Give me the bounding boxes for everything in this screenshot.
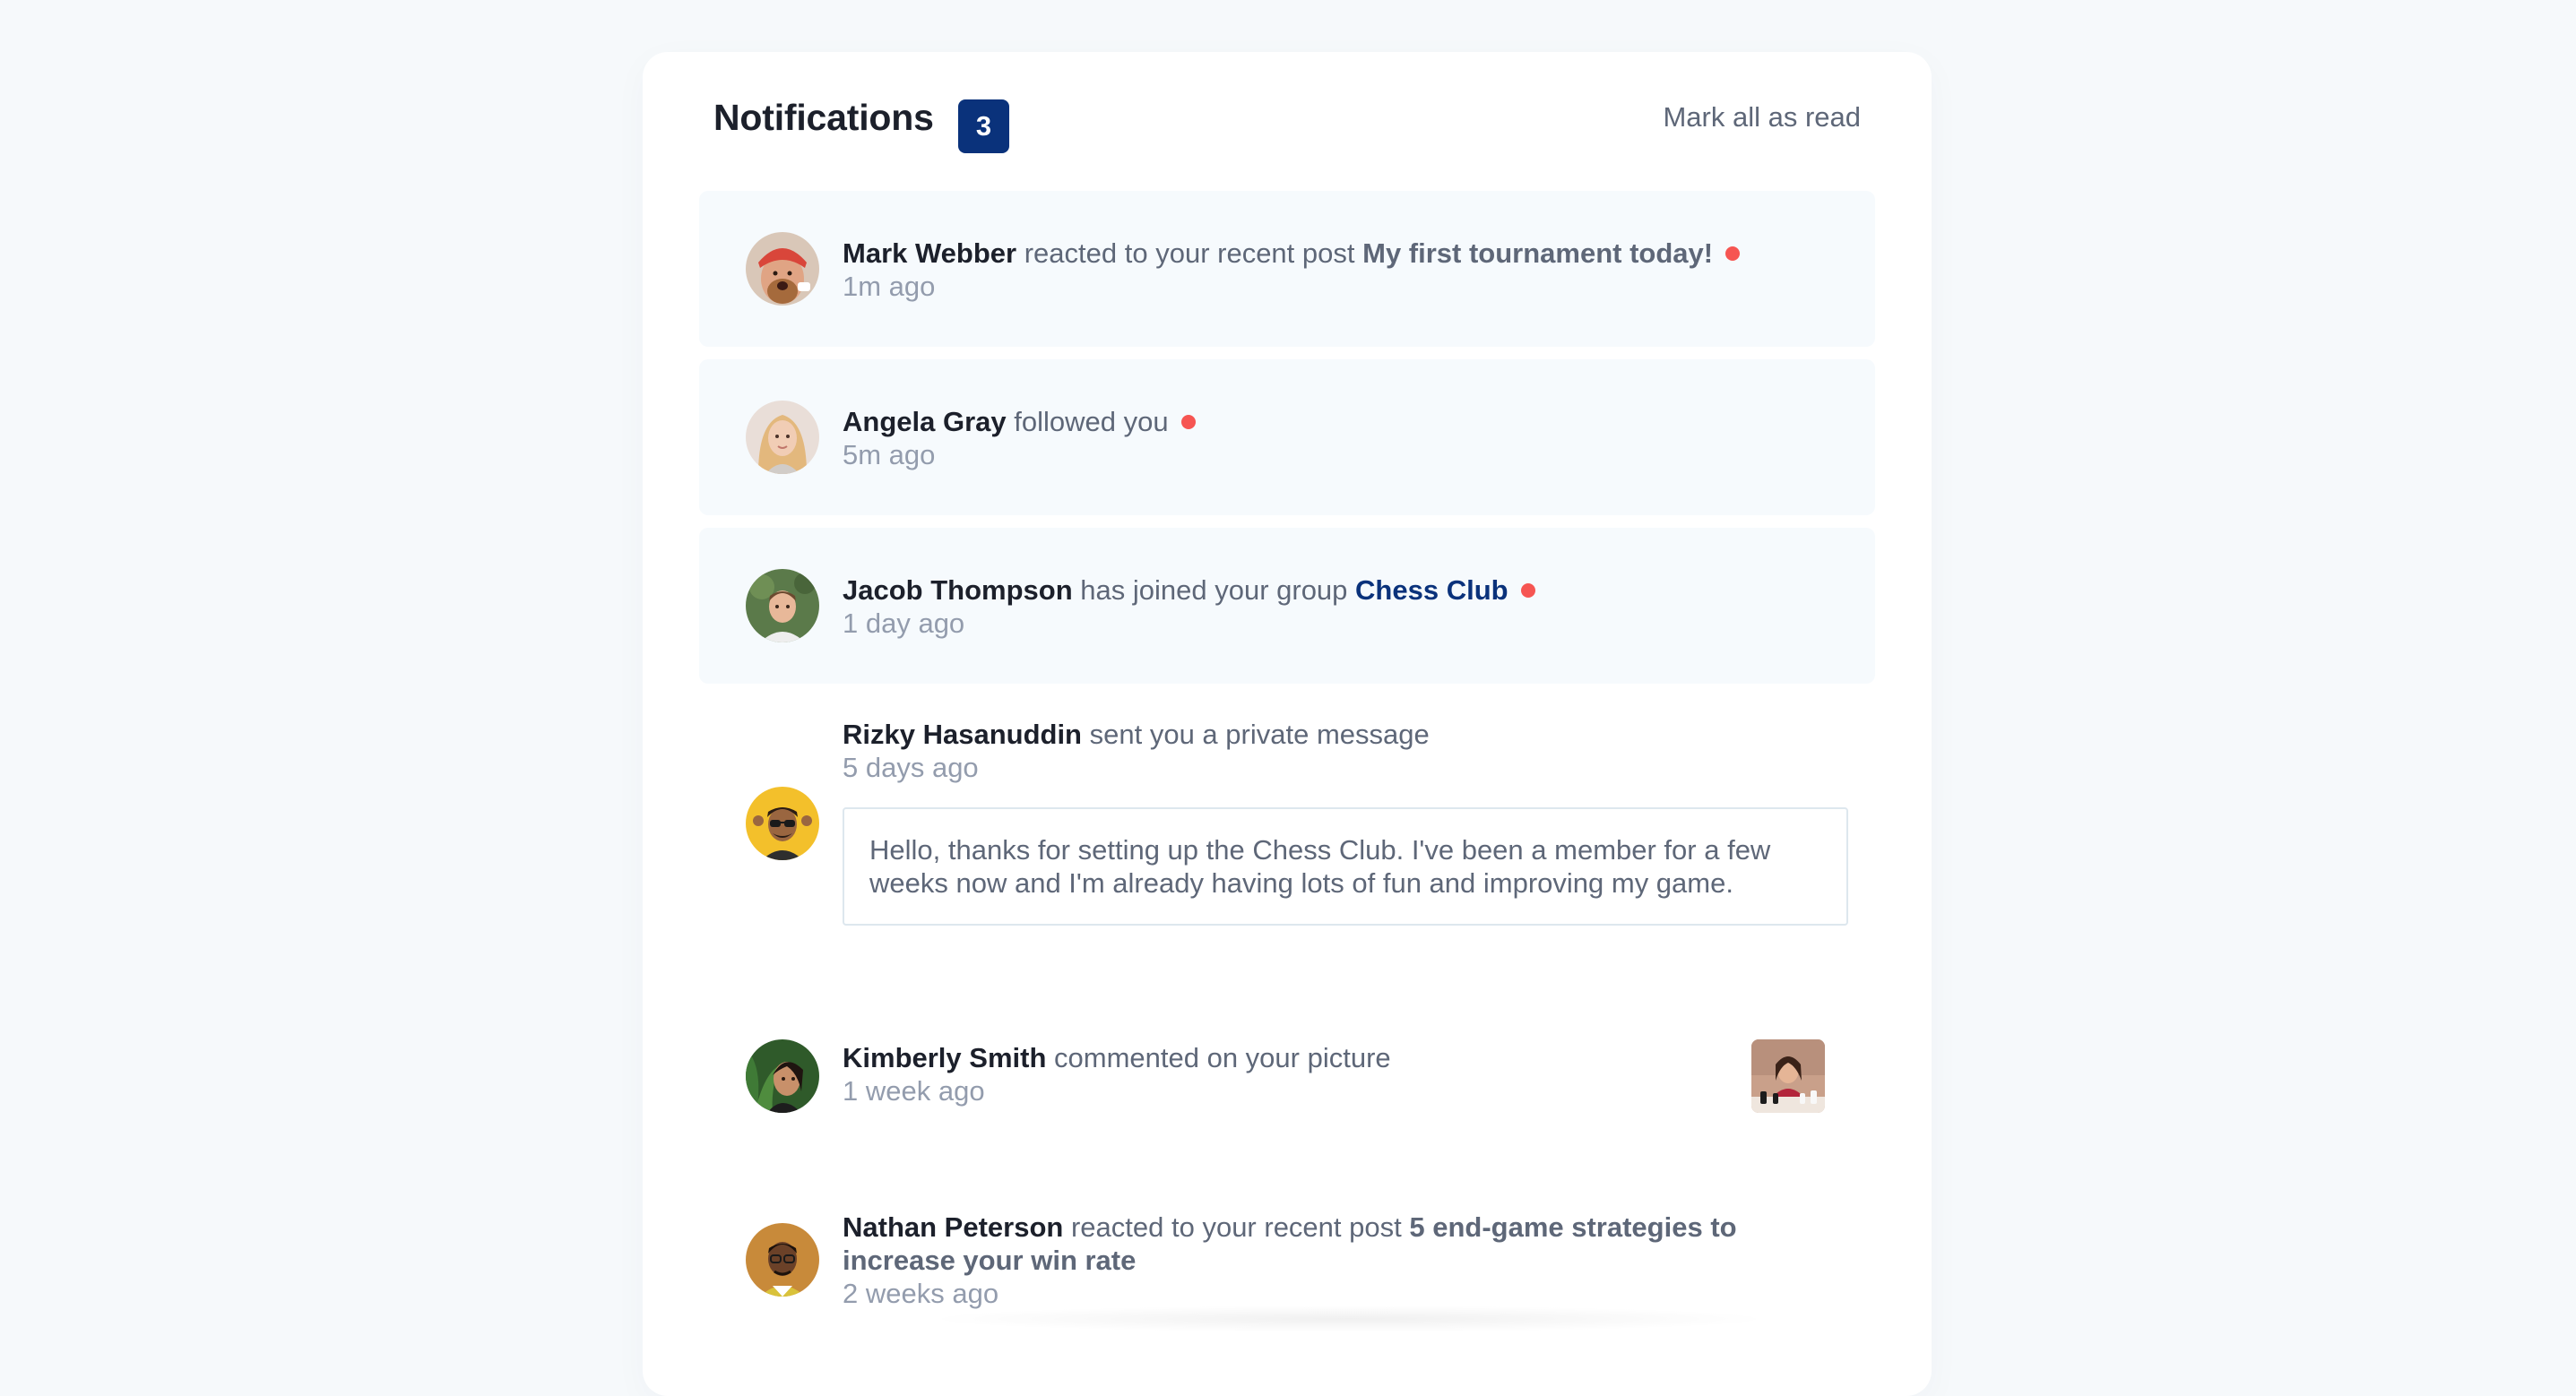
notification-action: followed you <box>1014 406 1169 437</box>
notification-action: reacted to your recent post <box>1024 237 1355 269</box>
user-name-link[interactable]: Kimberly Smith <box>843 1042 1046 1073</box>
private-message-preview[interactable]: Hello, thanks for setting up the Chess C… <box>843 807 1848 926</box>
notification-time: 1m ago <box>843 271 936 302</box>
notification-text: Kimberly Smith commented on your picture… <box>843 1041 1732 1107</box>
user-name-link[interactable]: Angela Gray <box>843 406 1007 437</box>
chess-picture-thumbnail-icon[interactable] <box>1751 1039 1825 1113</box>
unread-dot <box>1520 582 1535 598</box>
avatar-angela-gray-icon[interactable] <box>746 401 819 474</box>
unread-dot <box>1725 246 1741 261</box>
avatar-nathan-peterson-icon[interactable] <box>746 1223 819 1297</box>
unread-dot <box>1180 414 1196 429</box>
notification-item[interactable]: Nathan Peterson reacted to your recent p… <box>699 1157 1875 1332</box>
notification-time: 5m ago <box>843 439 936 470</box>
next-item-shadow <box>923 1306 1775 1332</box>
user-name-link[interactable]: Nathan Peterson <box>843 1211 1063 1243</box>
post-title-link[interactable]: My first tournament today! <box>1362 237 1713 269</box>
notifications-header: Notifications 3 Mark all as read <box>713 88 1861 159</box>
unread-count-badge: 3 <box>958 99 1009 153</box>
notification-text: Jacob Thompson has joined your group Che… <box>843 573 1825 640</box>
avatar-jacob-thompson-icon[interactable] <box>746 569 819 642</box>
notification-action: sent you a private message <box>1089 719 1430 750</box>
notification-item[interactable]: Mark Webber reacted to your recent post … <box>699 191 1875 347</box>
notification-text: Rizky Hasanuddin sent you a private mess… <box>843 718 1825 784</box>
notification-item[interactable]: Angela Gray followed you 5m ago <box>699 359 1875 515</box>
user-name-link[interactable]: Jacob Thompson <box>843 574 1073 606</box>
page-title: Notifications <box>713 97 934 138</box>
notification-time: 1 week ago <box>843 1075 985 1107</box>
notification-action: reacted to your recent post <box>1070 1211 1402 1243</box>
notification-text: Angela Gray followed you 5m ago <box>843 405 1825 471</box>
user-name-link[interactable]: Mark Webber <box>843 237 1016 269</box>
avatar-kimberly-smith-icon[interactable] <box>746 1039 819 1113</box>
notification-action: has joined your group <box>1080 574 1348 606</box>
avatar-mark-webber-icon[interactable] <box>746 232 819 306</box>
notification-text: Nathan Peterson reacted to your recent p… <box>843 1211 1825 1310</box>
notification-item[interactable]: Rizky Hasanuddin sent you a private mess… <box>699 700 1875 987</box>
avatar-rizky-hasanuddin-icon[interactable] <box>746 787 819 860</box>
group-link[interactable]: Chess Club <box>1355 574 1508 606</box>
notification-item[interactable]: Jacob Thompson has joined your group Che… <box>699 528 1875 684</box>
mark-all-as-read-button[interactable]: Mark all as read <box>1663 101 1861 134</box>
user-name-link[interactable]: Rizky Hasanuddin <box>843 719 1082 750</box>
notifications-card: Notifications 3 Mark all as read Mark We… <box>643 52 1932 1396</box>
notification-item[interactable]: Kimberly Smith commented on your picture… <box>699 1004 1875 1148</box>
notification-text: Mark Webber reacted to your recent post … <box>843 237 1825 303</box>
notification-time: 1 day ago <box>843 608 965 639</box>
notification-time: 5 days ago <box>843 752 979 783</box>
notification-action: commented on your picture <box>1054 1042 1391 1073</box>
